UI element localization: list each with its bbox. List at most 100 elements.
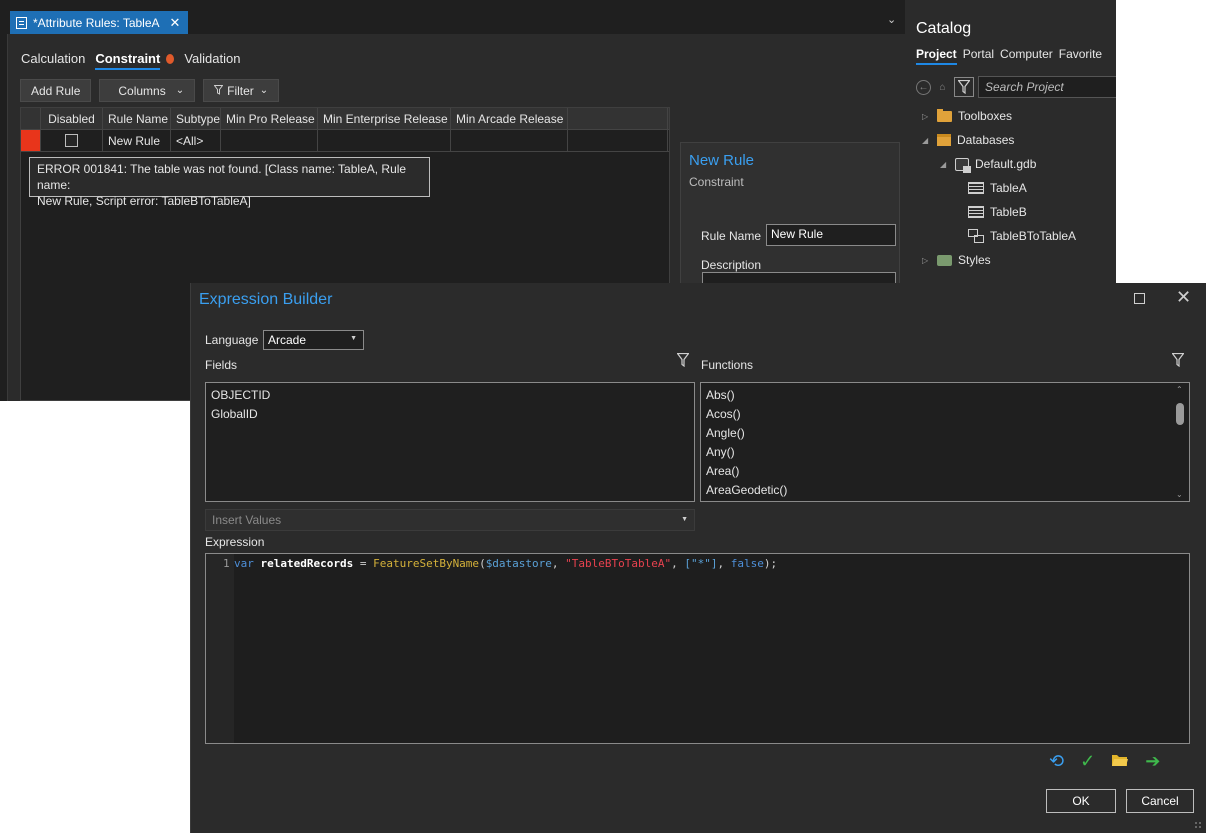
cancel-button[interactable]: Cancel (1126, 789, 1194, 813)
add-rule-button[interactable]: Add Rule (20, 79, 92, 102)
rule-name-input[interactable]: New Rule (766, 224, 896, 246)
min-enterprise-release-cell[interactable] (318, 130, 451, 151)
expression-label: Expression (205, 535, 265, 549)
disabled-checkbox[interactable] (65, 134, 78, 147)
code-identifier: relatedRecords (260, 557, 354, 570)
tree-item-toolboxes[interactable]: ▷ Toolboxes (922, 108, 1013, 123)
row-header-cell (21, 108, 41, 129)
grid-header-row: Disabled Rule Name Subtype Min Pro Relea… (21, 108, 669, 130)
functions-list: Abs() Acos() Angle() Any() Area() AreaGe… (700, 382, 1190, 502)
table-row[interactable]: New Rule <All> (21, 130, 669, 152)
filter-dropdown[interactable]: Filter ⌄ (203, 79, 280, 102)
ok-button[interactable]: OK (1046, 789, 1116, 813)
functions-label: Functions (701, 358, 754, 372)
chevron-down-icon: ⌄ (175, 85, 185, 96)
fields-label: Fields (205, 358, 238, 372)
catalog-search-input[interactable]: Search Project (978, 76, 1116, 98)
row-error-marker (21, 130, 41, 151)
language-select[interactable]: Arcade ▼ (263, 330, 364, 350)
min-pro-release-cell[interactable] (221, 130, 318, 151)
expand-arrow-icon[interactable]: ▷ (922, 112, 931, 121)
tree-item-table-a[interactable]: TableA (968, 181, 1027, 195)
tab-overflow-chevron-icon[interactable]: ⌄ (887, 13, 896, 26)
collapse-arrow-icon[interactable]: ◢ (922, 136, 931, 145)
tab-portal[interactable]: Portal (963, 47, 994, 65)
verify-checkmark-icon[interactable]: ✓ (1080, 751, 1095, 771)
expand-arrow-icon[interactable]: ▷ (922, 256, 931, 265)
list-item[interactable]: Angle() (706, 424, 1184, 443)
list-item[interactable]: Area() (706, 462, 1184, 481)
fields-filter-icon[interactable] (676, 352, 690, 370)
tree-label-databases: Databases (957, 133, 1015, 147)
tree-label-toolboxes: Toolboxes (958, 109, 1013, 123)
rule-type-tabs: Calculation Constraint Validation (21, 51, 240, 70)
tab-validation[interactable]: Validation (184, 51, 240, 66)
column-header-min-enterprise-release[interactable]: Min Enterprise Release (318, 108, 451, 129)
filter-icon (213, 84, 224, 98)
tree-item-relationship[interactable]: TableBToTableA (968, 229, 1076, 243)
code-comma: , (551, 557, 566, 570)
code-datastore-arg: $datastore (485, 557, 552, 570)
min-arcade-release-cell[interactable] (451, 130, 568, 151)
list-item[interactable]: GlobalID (211, 405, 689, 424)
language-label: Language (205, 333, 259, 347)
column-header-subtype[interactable]: Subtype (171, 108, 221, 129)
column-header-disabled[interactable]: Disabled (41, 108, 103, 129)
code-comma: , (717, 557, 731, 570)
resize-grip-icon[interactable] (1194, 821, 1202, 829)
maximize-icon[interactable] (1134, 293, 1145, 304)
export-arrow-icon[interactable]: ➔ (1145, 751, 1160, 771)
undo-icon[interactable]: ⟲ (1049, 751, 1064, 771)
code-keyword: var (234, 557, 254, 570)
tree-item-table-b[interactable]: TableB (968, 205, 1027, 219)
collapse-arrow-icon[interactable]: ◢ (940, 160, 949, 169)
rule-name-cell[interactable]: New Rule (103, 130, 171, 151)
scroll-thumb[interactable] (1176, 403, 1184, 425)
list-item[interactable]: OBJECTID (211, 386, 689, 405)
tab-project[interactable]: Project (916, 47, 957, 65)
close-tab-icon[interactable]: ✕ (170, 15, 181, 31)
columns-label: Columns (118, 83, 166, 98)
scroll-down-icon[interactable]: ⌄ (1176, 490, 1183, 499)
open-folder-icon[interactable] (1111, 751, 1129, 771)
columns-dropdown[interactable]: Columns ⌄ (99, 79, 196, 102)
code-function: FeatureSetByName (373, 557, 480, 570)
code-fields-arg: ["*"] (684, 557, 718, 570)
tab-constraint[interactable]: Constraint (95, 51, 175, 70)
tab-favorites[interactable]: Favorite (1059, 47, 1102, 65)
column-header-min-pro-release[interactable]: Min Pro Release (221, 108, 318, 129)
disabled-cell (41, 130, 103, 151)
code-string-arg: "TableBToTableA" (565, 557, 672, 570)
tree-item-default-gdb[interactable]: ◢ Default.gdb (940, 157, 1037, 173)
list-item[interactable]: Any() (706, 443, 1184, 462)
scroll-up-icon[interactable]: ⌃ (1176, 385, 1183, 394)
error-tooltip: ERROR 001841: The table was not found. [… (29, 157, 430, 208)
tab-calculation[interactable]: Calculation (21, 51, 85, 66)
column-header-min-arcade-release[interactable]: Min Arcade Release (451, 108, 568, 129)
list-item[interactable]: Acos() (706, 405, 1184, 424)
expression-editor[interactable]: 1 var relatedRecords = FeatureSetByName(… (205, 553, 1190, 744)
tab-computer[interactable]: Computer (1000, 47, 1053, 65)
list-item[interactable]: AreaGeodetic() (706, 481, 1184, 500)
tree-label-default-gdb: Default.gdb (975, 157, 1037, 171)
code-line[interactable]: var relatedRecords = FeatureSetByName($d… (234, 557, 777, 570)
expression-actions: ⟲ ✓ ➔ (1049, 751, 1160, 771)
functions-scrollbar[interactable]: ⌃ ⌄ (1175, 385, 1185, 499)
code-close: ); (763, 557, 778, 570)
list-item[interactable]: Abs() (706, 386, 1184, 405)
subtype-cell[interactable]: <All> (171, 130, 221, 151)
attribute-rules-tab[interactable]: *Attribute Rules: TableA ✕ (10, 11, 189, 34)
blank-cell (568, 130, 668, 151)
geodatabase-icon (955, 157, 971, 173)
close-icon[interactable]: ✕ (1176, 287, 1191, 308)
tree-item-styles[interactable]: ▷ Styles (922, 253, 991, 267)
tree-item-databases[interactable]: ◢ Databases (922, 133, 1014, 147)
insert-values-dropdown[interactable]: Insert Values ▼ (205, 509, 695, 531)
back-arrow-icon[interactable]: ← (916, 79, 931, 95)
caret-down-icon: ▼ (350, 335, 357, 342)
functions-filter-icon[interactable] (1171, 352, 1185, 370)
rule-title: New Rule (689, 152, 755, 169)
filter-icon[interactable] (954, 77, 974, 97)
column-header-rule-name[interactable]: Rule Name (103, 108, 171, 129)
home-icon[interactable]: ⌂ (935, 80, 950, 95)
